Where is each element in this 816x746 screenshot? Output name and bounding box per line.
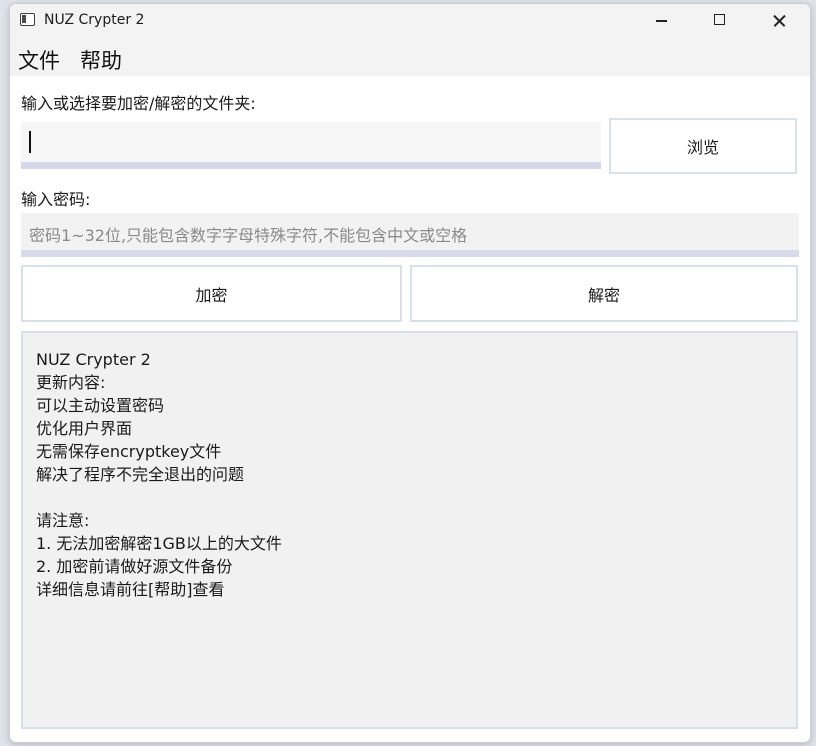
info-line: 无需保存encryptkey文件	[36, 442, 222, 461]
info-line: 更新内容:	[36, 373, 106, 392]
info-lines: NUZ Crypter 2 更新内容: 可以主动设置密码 优化用户界面 无需保存…	[36, 348, 282, 601]
info-line: 请注意:	[36, 511, 90, 530]
password-input[interactable]: 密码1~32位,只能包含数字字母特殊字符,不能包含中文或空格	[21, 213, 799, 257]
encrypt-button[interactable]: 加密	[21, 265, 402, 322]
menu-file[interactable]: 文件	[18, 45, 60, 75]
app-window: NUZ Crypter 2 文件 帮助 输入或选择要加密/解密的文件夹: 浏览 …	[9, 3, 811, 743]
info-textbox[interactable]: NUZ Crypter 2 更新内容: 可以主动设置密码 优化用户界面 无需保存…	[21, 331, 798, 729]
minimize-icon[interactable]	[632, 4, 690, 38]
title-bar[interactable]: NUZ Crypter 2	[10, 4, 810, 38]
password-placeholder: 密码1~32位,只能包含数字字母特殊字符,不能包含中文或空格	[29, 226, 468, 245]
menu-bar: 文件 帮助	[10, 38, 810, 76]
menu-help[interactable]: 帮助	[80, 45, 122, 75]
info-line	[36, 486, 282, 509]
folder-path-input[interactable]	[21, 122, 601, 169]
info-line: 2. 加密前请做好源文件备份	[36, 557, 233, 576]
app-window-icon	[20, 13, 35, 26]
info-line: NUZ Crypter 2	[36, 350, 151, 369]
browse-button[interactable]: 浏览	[609, 118, 797, 174]
text-caret	[29, 131, 31, 153]
close-icon[interactable]	[750, 4, 808, 38]
info-line: 详细信息请前往[帮助]查看	[36, 580, 225, 599]
info-line: 1. 无法加密解密1GB以上的大文件	[36, 534, 282, 553]
password-label: 输入密码:	[21, 190, 91, 209]
info-line: 解决了程序不完全退出的问题	[36, 465, 245, 484]
folder-label: 输入或选择要加密/解密的文件夹:	[21, 94, 256, 113]
maximize-icon[interactable]	[691, 4, 749, 38]
decrypt-button[interactable]: 解密	[410, 265, 798, 322]
info-line: 可以主动设置密码	[36, 396, 165, 415]
info-line: 优化用户界面	[36, 419, 133, 438]
window-title: NUZ Crypter 2	[44, 12, 145, 28]
